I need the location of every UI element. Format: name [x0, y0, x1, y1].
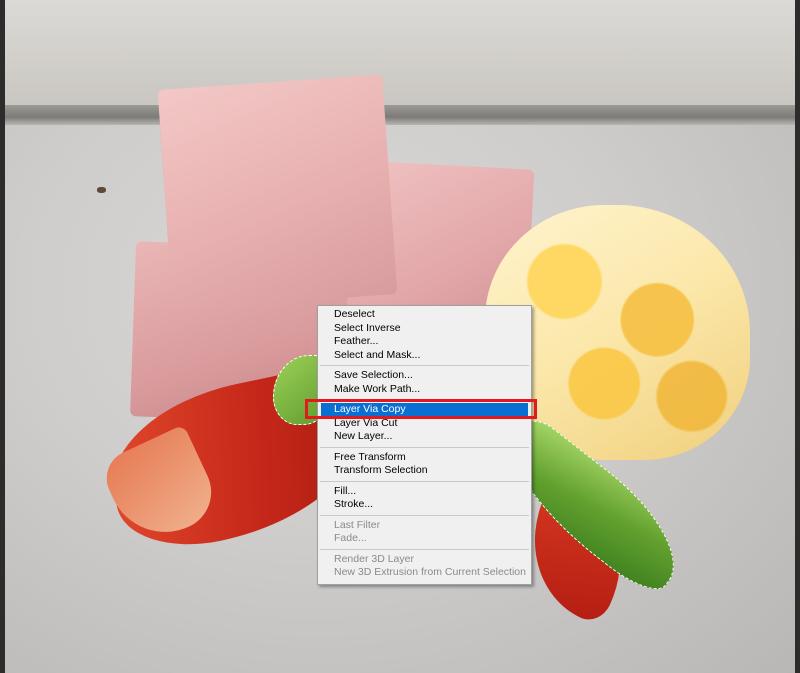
menu-item-fade: Fade... [334, 532, 367, 544]
menu-item-new-layer[interactable]: New Layer... [318, 430, 531, 444]
ham-cube-top [157, 74, 398, 310]
context-menu: Deselect Select Inverse Feather... Selec… [317, 305, 532, 585]
menu-item-fill[interactable]: Fill... [318, 485, 531, 499]
menu-item-feather[interactable]: Feather... [318, 335, 531, 349]
menu-item-free-transform[interactable]: Free Transform [318, 451, 531, 465]
background-wall [5, 0, 795, 108]
menu-separator [320, 480, 529, 482]
menu-item-make-work-path[interactable]: Make Work Path... [318, 383, 531, 397]
menu-item-select-inverse[interactable]: Select Inverse [318, 322, 531, 336]
menu-item-deselect[interactable]: Deselect [318, 308, 531, 322]
menu-item-render-3d-layer: Render 3D Layer [334, 552, 414, 565]
menu-separator [320, 365, 529, 366]
menu-separator [320, 446, 529, 448]
menu-item-select-and-mask[interactable]: Select and Mask... [318, 349, 531, 363]
menu-item-transform-selection[interactable]: Transform Selection [318, 464, 531, 478]
menu-separator [320, 548, 529, 550]
crumb [97, 187, 106, 193]
menu-item-save-selection[interactable]: Save Selection... [318, 369, 531, 383]
menu-item-last-filter: Last Filter [334, 518, 381, 531]
menu-item-new-3d-extrusion: New 3D Extrusion from Current Selection [334, 566, 526, 578]
menu-item-stroke[interactable]: Stroke... [318, 498, 531, 512]
highlight-callout-box [305, 399, 537, 419]
menu-separator [320, 514, 529, 516]
counter-edge [5, 105, 795, 125]
